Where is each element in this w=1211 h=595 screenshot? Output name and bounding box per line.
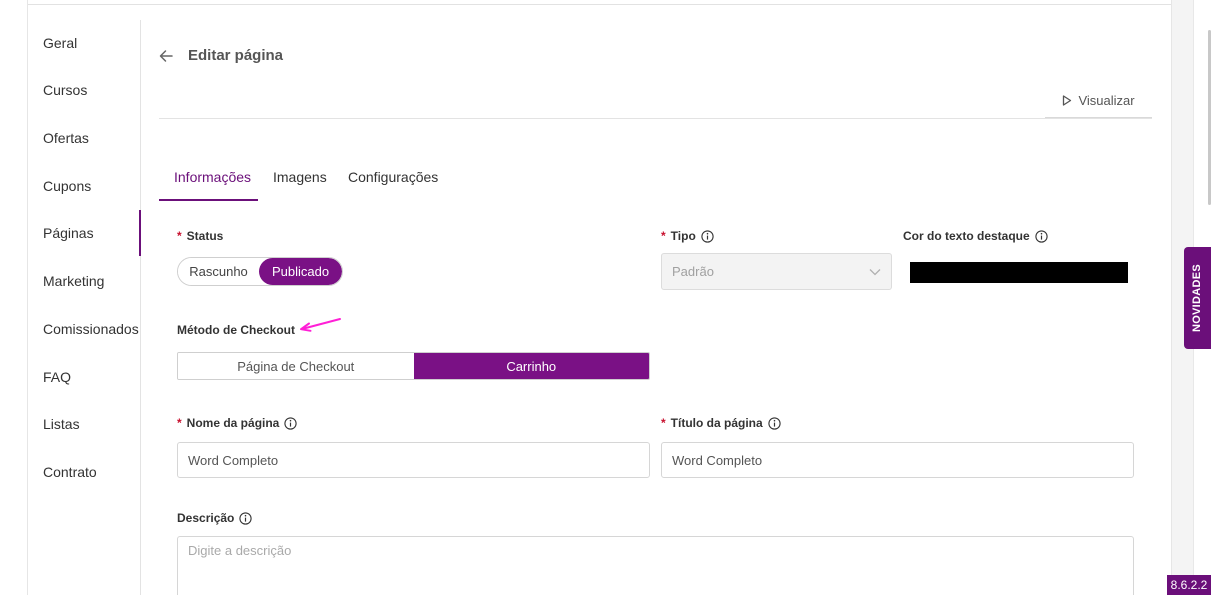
page-name-label: * Nome da página xyxy=(177,416,298,430)
sidebar-item-listas[interactable]: Listas xyxy=(43,416,80,432)
tab-imagens[interactable]: Imagens xyxy=(273,169,327,185)
preview-button[interactable]: Visualizar xyxy=(1045,84,1152,118)
top-border xyxy=(28,4,1171,5)
annotation-arrow-icon xyxy=(300,318,341,332)
page-title: Editar página xyxy=(188,47,284,64)
highlight-color-label: Cor do texto destaque xyxy=(903,229,1048,243)
info-icon xyxy=(1035,229,1048,243)
description-textarea[interactable]: Digite a descrição xyxy=(177,536,1134,595)
description-label: Descrição xyxy=(177,511,253,525)
tab-active-underline xyxy=(159,199,258,201)
info-icon xyxy=(284,416,298,430)
checkout-option-carrinho[interactable]: Carrinho xyxy=(413,353,649,379)
novidades-label: NOVIDADES xyxy=(1191,263,1204,333)
sidebar-item-paginas[interactable]: Páginas xyxy=(43,225,94,241)
left-edge xyxy=(0,0,28,595)
page-title-label: * Título da página xyxy=(661,416,781,430)
play-icon xyxy=(1063,95,1072,106)
info-icon xyxy=(701,229,714,243)
sidebar-item-cursos[interactable]: Cursos xyxy=(43,82,87,98)
sidebar-item-geral[interactable]: Geral xyxy=(43,35,77,51)
tipo-select-value: Padrão xyxy=(672,264,714,279)
status-toggle[interactable]: Rascunho Publicado xyxy=(177,257,343,286)
required-marker: * xyxy=(661,416,666,430)
page-name-input[interactable]: Word Completo xyxy=(177,442,650,478)
sidebar-item-marketing[interactable]: Marketing xyxy=(43,273,104,289)
tipo-label: * Tipo xyxy=(661,229,714,243)
sidebar-active-indicator xyxy=(139,210,141,256)
checkout-method-segmented[interactable]: Página de Checkout Carrinho xyxy=(177,352,650,380)
status-option-publicado[interactable]: Publicado xyxy=(259,258,342,285)
status-option-rascunho[interactable]: Rascunho xyxy=(178,258,260,285)
required-marker: * xyxy=(177,229,182,243)
header-divider xyxy=(159,118,1152,119)
tab-informacoes[interactable]: Informações xyxy=(174,169,251,185)
preview-label: Visualizar xyxy=(1078,93,1135,108)
highlight-color-swatch[interactable] xyxy=(910,262,1128,283)
required-marker: * xyxy=(177,416,182,430)
checkout-method-label: Método de Checkout xyxy=(177,323,296,337)
page-title-input[interactable]: Word Completo xyxy=(661,442,1134,478)
novidades-tab[interactable]: NOVIDADES xyxy=(1184,247,1211,349)
sidebar: Geral Cursos Ofertas Cupons Páginas Mark… xyxy=(28,20,141,595)
sidebar-item-faq[interactable]: FAQ xyxy=(43,369,71,385)
tipo-select[interactable]: Padrão xyxy=(661,253,892,290)
sidebar-item-cupons[interactable]: Cupons xyxy=(43,178,91,194)
sidebar-item-ofertas[interactable]: Ofertas xyxy=(43,130,89,146)
info-icon xyxy=(768,416,781,430)
checkout-option-pagina[interactable]: Página de Checkout xyxy=(178,353,414,379)
sidebar-item-comissionados[interactable]: Comissionados xyxy=(43,321,139,337)
version-badge: 8.6.2.2 xyxy=(1167,575,1211,595)
required-marker: * xyxy=(661,229,666,243)
sidebar-item-contrato[interactable]: Contrato xyxy=(43,464,97,480)
chevron-down-icon xyxy=(869,268,881,275)
info-icon xyxy=(239,511,253,525)
back-arrow-icon[interactable] xyxy=(158,46,176,66)
tab-configuracoes[interactable]: Configurações xyxy=(348,169,438,185)
status-label: * Status xyxy=(177,229,224,243)
